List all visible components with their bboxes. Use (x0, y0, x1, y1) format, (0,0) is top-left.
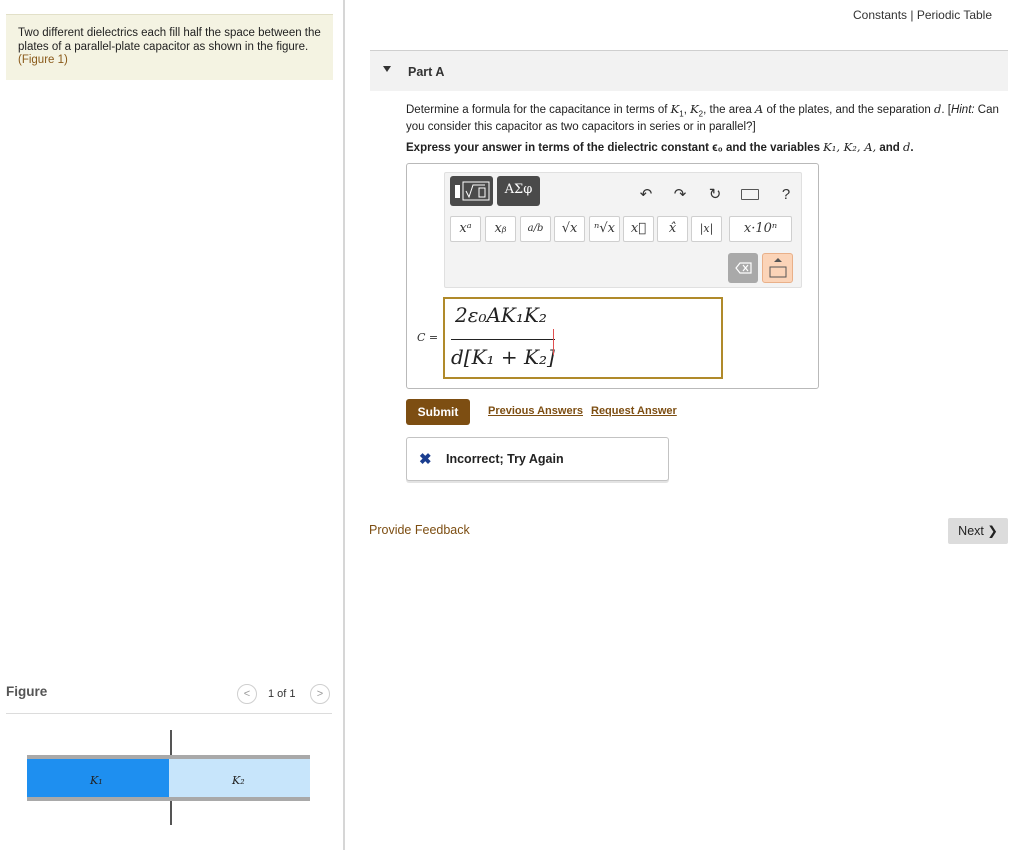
figure-link[interactable]: (Figure 1) (18, 54, 68, 66)
hint-label: Hint: (950, 104, 975, 116)
previous-answers-link[interactable]: Previous Answers (488, 405, 583, 417)
hint-open: . [ (941, 104, 951, 116)
vector-button[interactable]: x⃗ (623, 216, 654, 242)
instruction-text: Express your answer in terms of the diel… (406, 142, 820, 154)
link-separator: | (910, 8, 914, 22)
question-text: Determine a formula for the capacitance … (406, 102, 999, 133)
figure-rule (6, 713, 332, 714)
instruction-vars: K₁, K₂, A, (823, 140, 877, 154)
greek-symbols-tab[interactable]: ΑΣφ (497, 176, 540, 206)
feedback-box: ✖ Incorrect; Try Again (406, 437, 669, 481)
capacitor-bottom-plate (27, 797, 310, 801)
undo-icon[interactable]: ↶ (636, 185, 656, 205)
feedback-message: Incorrect; Try Again (446, 452, 564, 466)
problem-intro: Two different dielectrics each fill half… (6, 14, 333, 80)
keyboard-up-icon (769, 258, 787, 278)
top-links: Constants | Periodic Table (853, 8, 992, 22)
templates-icon (455, 181, 490, 201)
keyboard-toggle-button[interactable] (762, 253, 793, 283)
c-label: C = (417, 331, 439, 344)
text-cursor (553, 329, 554, 355)
k1-label: K₁ (89, 774, 103, 787)
unit-vector-button[interactable]: x̂ (657, 216, 688, 242)
part-label: Part A (408, 65, 445, 79)
keyboard-icon[interactable] (741, 189, 759, 200)
var-k1-sub: 1 (679, 109, 684, 119)
capacitor-figure: K₁ K₂ (27, 730, 310, 825)
instruction: Express your answer in terms of the diel… (406, 140, 914, 154)
reset-icon[interactable]: ↻ (705, 185, 725, 205)
figure-next-button[interactable]: > (310, 684, 330, 704)
instruction-and: and (879, 142, 900, 154)
subscript-button[interactable]: xᵦ (485, 216, 516, 242)
panel-divider (343, 0, 345, 850)
periodic-table-link[interactable]: Periodic Table (917, 8, 992, 22)
numerator: 2ε₀AK₁K₂ (455, 303, 547, 327)
backspace-icon (735, 262, 752, 274)
collapse-triangle-icon[interactable] (383, 66, 391, 72)
nth-root-button[interactable]: ⁿ√x (589, 216, 620, 242)
templates-tab[interactable] (450, 176, 493, 206)
superscript-button[interactable]: xᵃ (450, 216, 481, 242)
var-k2: K (690, 102, 699, 116)
capacitor-top-plate (27, 755, 310, 759)
redo-icon[interactable]: ↷ (670, 185, 690, 205)
figure-title: Figure (6, 684, 48, 699)
provide-feedback-link[interactable]: Provide Feedback (369, 523, 470, 537)
equation-input[interactable]: 2ε₀AK₁K₂ d[K₁ + K₂] (443, 297, 723, 379)
question-prefix: Determine a formula for the capacitance … (406, 104, 668, 116)
question-mid2: of the plates, and the separation (766, 104, 931, 116)
var-a: A (754, 102, 764, 116)
part-header[interactable]: Part A (370, 51, 1008, 91)
constants-link[interactable]: Constants (853, 8, 907, 22)
figure-prev-button[interactable]: < (237, 684, 257, 704)
fraction-bar (451, 339, 555, 340)
denominator: d[K₁ + K₂] (451, 345, 555, 369)
instruction-end: . (910, 142, 914, 154)
incorrect-x-icon: ✖ (419, 451, 432, 468)
absolute-value-button[interactable]: |x| (691, 216, 722, 242)
fraction-button[interactable]: a/b (520, 216, 551, 242)
delete-button[interactable] (728, 253, 758, 283)
next-button[interactable]: Next ❯ (948, 518, 1008, 544)
scientific-notation-button[interactable]: x·10ⁿ (729, 216, 792, 242)
var-k1: K (670, 102, 680, 116)
figure-count: 1 of 1 (268, 688, 296, 700)
request-answer-link[interactable]: Request Answer (591, 405, 677, 417)
help-icon[interactable]: ? (776, 185, 796, 205)
question-mid: , the area (703, 104, 752, 116)
submit-button[interactable]: Submit (406, 399, 470, 425)
intro-text: Two different dielectrics each fill half… (18, 27, 321, 53)
k2-label: K₂ (231, 774, 245, 787)
sqrt-button[interactable]: √x (554, 216, 585, 242)
